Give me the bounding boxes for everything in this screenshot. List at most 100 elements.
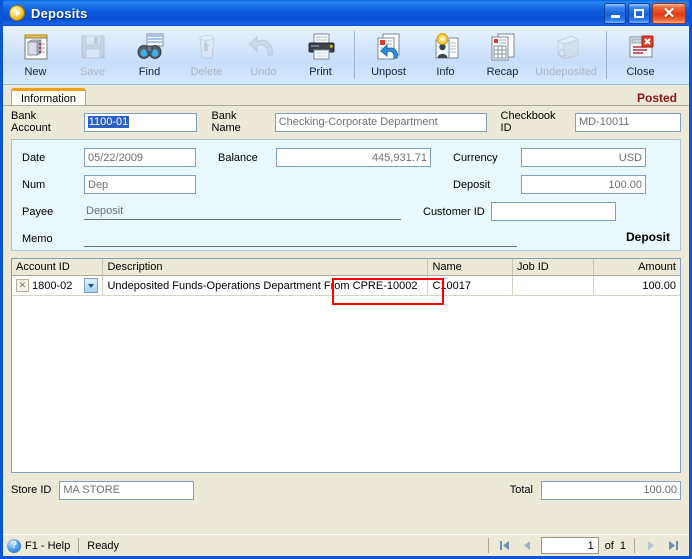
bank-account-input[interactable]: 1100-01 bbox=[83, 112, 198, 132]
date-row: Date 05/22/2009 Balance 445,931.71 Curre… bbox=[22, 148, 670, 167]
recycle-bin-icon bbox=[191, 31, 223, 63]
bank-row: Bank Account 1100-01 Bank Name Checking-… bbox=[11, 110, 681, 134]
close-button[interactable]: ✕ bbox=[652, 2, 686, 24]
toolbar-label: Undo bbox=[250, 66, 277, 78]
column-header-amount[interactable]: Amount bbox=[594, 259, 680, 275]
column-header-job-id[interactable]: Job ID bbox=[513, 259, 595, 275]
next-record-icon[interactable] bbox=[643, 538, 659, 553]
delete-row-icon[interactable]: ✕ bbox=[16, 279, 29, 292]
binoculars-icon bbox=[134, 31, 166, 63]
balance-value: 445,931.71 bbox=[371, 151, 427, 164]
help-question-icon[interactable]: ? bbox=[7, 538, 21, 553]
help-text[interactable]: F1 - Help bbox=[25, 540, 70, 552]
tab-information[interactable]: Information bbox=[11, 88, 87, 106]
window-controls: ✕ bbox=[604, 2, 686, 24]
window-title: Deposits bbox=[31, 5, 88, 21]
status-text: Ready bbox=[87, 539, 120, 552]
grid-header-row: Account ID Description Name Job ID Amoun… bbox=[12, 259, 680, 276]
toolbar-label: Unpost bbox=[371, 66, 406, 78]
checkbook-id-value: MD-10011 bbox=[578, 116, 630, 128]
toolbar-button-undo[interactable]: Undo bbox=[235, 29, 292, 78]
checkbook-id-label: Checkbook ID bbox=[500, 110, 556, 134]
toolbar-button-save[interactable]: Save bbox=[64, 29, 121, 78]
toolbar-button-new[interactable]: New bbox=[7, 29, 64, 78]
minimize-button[interactable] bbox=[604, 2, 626, 24]
checkbook-id-input[interactable]: MD-10011 bbox=[574, 112, 681, 132]
deposit-detail-panel: Date 05/22/2009 Balance 445,931.71 Curre… bbox=[11, 139, 681, 251]
deposit-amount-input[interactable]: 100.00 bbox=[521, 175, 646, 194]
toolbar-label: Recap bbox=[486, 66, 519, 78]
toolbar-separator bbox=[354, 31, 355, 79]
toolbar-label: Find bbox=[138, 66, 161, 78]
bank-account-label: Bank Account bbox=[11, 110, 51, 134]
currency-label: Currency bbox=[453, 151, 498, 164]
maximize-button[interactable] bbox=[628, 2, 650, 24]
table-row[interactable]: ✕ 1800-02 Undeposited Funds-Operations D… bbox=[12, 276, 680, 296]
toolbar-button-delete[interactable]: Delete bbox=[178, 29, 235, 78]
toolbar-button-close[interactable]: Close bbox=[612, 29, 669, 78]
bank-name-label: Bank Name bbox=[211, 110, 241, 134]
deposit-type-label: Deposit bbox=[625, 230, 670, 244]
num-label: Num bbox=[22, 178, 46, 191]
toolbar-label: Delete bbox=[190, 66, 223, 78]
cell-description[interactable]: Undeposited Funds-Operations Department … bbox=[103, 276, 429, 295]
cell-name[interactable]: C10017 bbox=[428, 276, 513, 295]
status-bar: ? F1 - Help Ready 1 of 1 bbox=[3, 534, 689, 556]
undo-arrow-icon bbox=[248, 31, 280, 63]
cell-account-id[interactable]: ✕ 1800-02 bbox=[12, 276, 104, 295]
nav-divider-left bbox=[487, 538, 489, 553]
first-record-icon[interactable] bbox=[497, 538, 513, 553]
record-navigator: 1 of 1 bbox=[487, 537, 685, 554]
payee-input[interactable]: Deposit bbox=[84, 203, 401, 220]
num-input[interactable]: Dep bbox=[84, 175, 196, 194]
toolbar-separator bbox=[606, 31, 607, 79]
memo-input[interactable] bbox=[84, 230, 517, 247]
nav-divider-right bbox=[634, 538, 635, 553]
memo-label: Memo bbox=[22, 232, 53, 245]
close-window-icon bbox=[625, 31, 657, 63]
date-label: Date bbox=[22, 151, 46, 164]
toolbar-button-recap[interactable]: Recap bbox=[474, 29, 531, 78]
toolbar-button-undeposited[interactable]: Undeposited bbox=[531, 29, 601, 78]
toolbar-button-unpost[interactable]: Unpost bbox=[360, 29, 417, 78]
deposit-amount-value: 100.00 bbox=[608, 178, 642, 191]
toolbar: New Save Find Delete Undo Print Unpost I… bbox=[3, 26, 689, 85]
new-document-icon bbox=[20, 31, 52, 63]
num-value: Dep bbox=[88, 178, 109, 191]
footer-row: Store ID MA STORE Total 100.00 bbox=[11, 480, 681, 500]
toolbar-label: Close bbox=[626, 66, 655, 78]
page-number-input[interactable]: 1 bbox=[540, 537, 599, 554]
column-header-description[interactable]: Description bbox=[103, 259, 429, 275]
toolbar-label: Save bbox=[79, 66, 106, 78]
total-value: 100.00 bbox=[643, 484, 677, 496]
tab-strip: Information Posted bbox=[3, 85, 689, 106]
page-number-value: 1 bbox=[587, 539, 594, 552]
toolbar-button-find[interactable]: Find bbox=[121, 29, 178, 78]
cell-amount[interactable]: 100.00 bbox=[594, 276, 680, 295]
tab-label: Information bbox=[21, 92, 77, 105]
bank-name-input[interactable]: Checking-Corporate Department bbox=[274, 112, 487, 132]
customer-id-label: Customer ID bbox=[423, 205, 485, 218]
information-panel: Bank Account 1100-01 Bank Name Checking-… bbox=[3, 105, 689, 534]
unpost-icon bbox=[373, 31, 405, 63]
store-id-input[interactable]: MA STORE bbox=[59, 480, 195, 500]
info-person-icon bbox=[430, 31, 462, 63]
toolbar-button-print[interactable]: Print bbox=[292, 29, 349, 78]
chevron-down-icon[interactable] bbox=[84, 278, 99, 293]
date-input[interactable]: 05/22/2009 bbox=[84, 148, 196, 167]
balance-input[interactable]: 445,931.71 bbox=[276, 148, 431, 167]
status-badge: Posted bbox=[636, 91, 677, 105]
deposits-window: Deposits ✕ New Save Find Delete Undo Pri… bbox=[0, 0, 692, 559]
currency-value: USD bbox=[618, 151, 642, 164]
column-header-name[interactable]: Name bbox=[428, 259, 513, 275]
cell-job-id[interactable] bbox=[513, 276, 595, 295]
column-header-account-id[interactable]: Account ID bbox=[12, 259, 104, 275]
toolbar-label: Info bbox=[436, 66, 455, 78]
last-record-icon[interactable] bbox=[665, 538, 681, 553]
customer-id-input[interactable] bbox=[491, 202, 616, 221]
toolbar-button-info[interactable]: Info bbox=[417, 29, 474, 78]
minimize-icon bbox=[610, 14, 620, 18]
bank-name-value: Checking-Corporate Department bbox=[278, 116, 438, 128]
previous-record-icon[interactable] bbox=[519, 538, 535, 553]
currency-input[interactable]: USD bbox=[521, 148, 646, 167]
